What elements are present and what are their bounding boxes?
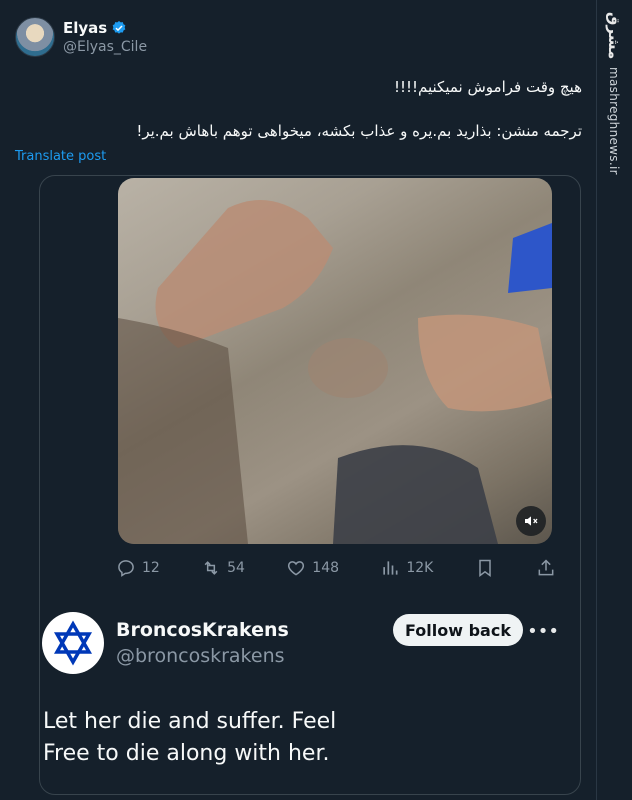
follow-back-button[interactable]: Follow back xyxy=(393,614,523,646)
watermark-strip: مشرق mashreghnews.ir xyxy=(596,0,632,800)
watermark-url: mashreghnews.ir xyxy=(607,67,621,176)
reply-count: 12 xyxy=(142,560,160,576)
mute-icon xyxy=(525,516,538,526)
quoted-tweet-card[interactable]: 12 54 148 12K BroncosKrakens @broncoskra… xyxy=(39,175,581,795)
verified-badge-icon xyxy=(112,21,126,34)
quoted-text: Let her die and suffer. Feel Free to die… xyxy=(43,706,563,770)
video-player[interactable] xyxy=(118,178,552,544)
video-frame xyxy=(118,200,552,544)
reply-button[interactable]: 12 xyxy=(116,558,160,578)
share-button[interactable] xyxy=(536,558,556,578)
like-icon xyxy=(288,561,305,576)
bookmark-icon xyxy=(478,559,491,577)
tweet-text-line2: ترجمه منشن: بذارید بم.یره و عذاب بکشه، م… xyxy=(136,122,582,140)
tweet-header: Elyas @Elyas_Cile xyxy=(15,17,147,57)
quoted-text-line2: Free to die along with her. xyxy=(43,741,330,766)
views-button[interactable]: 12K xyxy=(380,558,433,578)
like-button[interactable]: 148 xyxy=(286,558,339,578)
quoted-avatar[interactable] xyxy=(42,612,104,674)
watermark-logo: مشرق xyxy=(605,12,623,60)
quoted-author-names: BroncosKrakens @broncoskrakens xyxy=(116,619,289,667)
share-icon xyxy=(538,559,554,576)
mute-button[interactable] xyxy=(516,506,546,536)
repost-count: 54 xyxy=(227,560,245,576)
quoted-display-name[interactable]: BroncosKrakens xyxy=(116,619,289,641)
star-of-david-icon xyxy=(53,620,93,666)
reply-icon xyxy=(118,560,134,577)
repost-icon xyxy=(204,561,218,575)
author-names: Elyas @Elyas_Cile xyxy=(63,19,147,55)
display-name[interactable]: Elyas xyxy=(63,19,107,37)
handle[interactable]: @Elyas_Cile xyxy=(63,39,147,55)
quoted-text-line1: Let her die and suffer. Feel xyxy=(43,709,337,734)
tweet-text-line1: هیچ وقت فراموش نمیکنیم!!!! xyxy=(393,78,582,96)
views-count: 12K xyxy=(406,560,434,576)
quoted-handle[interactable]: @broncoskrakens xyxy=(116,645,289,667)
views-icon xyxy=(383,561,398,575)
bookmark-button[interactable] xyxy=(475,558,495,578)
watermark: مشرق mashreghnews.ir xyxy=(600,12,628,175)
more-icon[interactable]: ••• xyxy=(527,618,559,644)
translate-link[interactable]: Translate post xyxy=(15,149,106,164)
tweet-actions: 12 54 148 12K xyxy=(116,558,556,578)
avatar[interactable] xyxy=(15,17,55,57)
display-name-row: Elyas xyxy=(63,19,147,37)
quoted-author: BroncosKrakens @broncoskrakens xyxy=(42,612,289,674)
like-count: 148 xyxy=(312,560,340,576)
repost-button[interactable]: 54 xyxy=(201,558,245,578)
